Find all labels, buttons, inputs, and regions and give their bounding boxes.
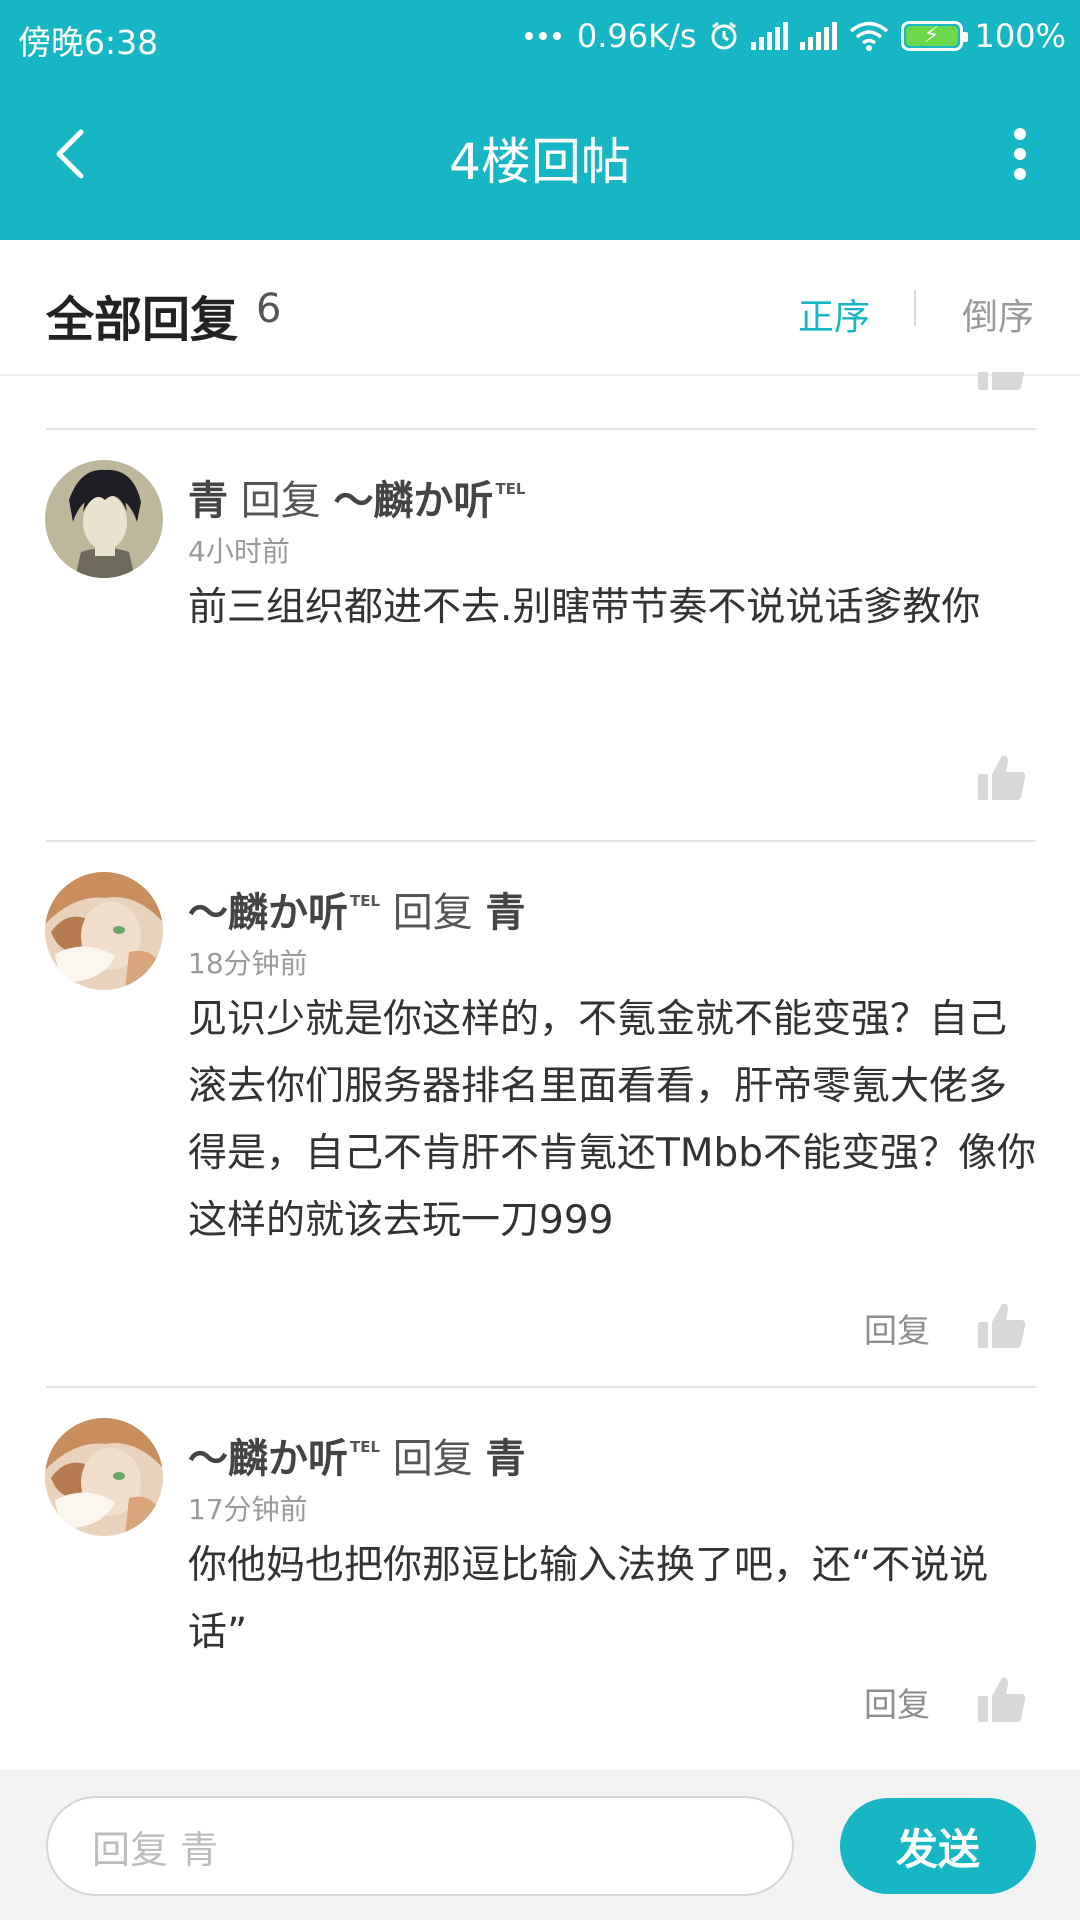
thumbs-up-icon bbox=[978, 755, 1026, 800]
status-time: 傍晚6:38 bbox=[18, 23, 159, 62]
status-indicators: 0.96K/s ⚡ 100% bbox=[524, 14, 1066, 58]
reply-time: 17分钟前 bbox=[188, 1493, 308, 1526]
sort-divider bbox=[914, 290, 916, 326]
reply-button[interactable]: 回复 bbox=[864, 1678, 930, 1726]
avatar[interactable] bbox=[45, 460, 163, 578]
sort-descending-tab[interactable]: 倒序 bbox=[962, 288, 1034, 340]
reply-verb: 回复 bbox=[392, 1436, 473, 1482]
like-button[interactable] bbox=[976, 1300, 1028, 1352]
network-speed: 0.96K/s bbox=[576, 17, 697, 55]
reply-target-name[interactable]: 青 bbox=[485, 890, 525, 936]
more-options-button[interactable] bbox=[998, 124, 1042, 184]
reply-item: 青 回复 ～麟か听 TEL 4小时前 前三组织都进不去.别瞎带节奏不说说话爹教你 bbox=[0, 430, 1080, 840]
reply-input[interactable]: 回复 青 bbox=[46, 1796, 794, 1896]
page-title: 4楼回帖 bbox=[449, 133, 631, 191]
app-bar: 4楼回帖 bbox=[0, 74, 1080, 240]
reply-content: 前三组织都进不去.别瞎带节奏不说说话爹教你 bbox=[188, 585, 981, 630]
send-button[interactable]: 发送 bbox=[840, 1798, 1036, 1894]
reply-header-line: ～麟か听 TEL 回复 青 bbox=[188, 880, 525, 938]
reply-target-name[interactable]: ～麟か听 bbox=[333, 478, 493, 524]
user-badge: TEL bbox=[350, 1438, 381, 1456]
reply-time: 4小时前 bbox=[188, 535, 290, 568]
all-replies-title: 全部回复 bbox=[46, 292, 239, 348]
reply-verb: 回复 bbox=[240, 478, 321, 524]
sort-ascending-tab[interactable]: 正序 bbox=[798, 288, 870, 340]
status-bar: 傍晚6:38 0.96K/s ⚡ 100% bbox=[0, 0, 1080, 74]
author-name[interactable]: ～麟か听 bbox=[188, 890, 348, 936]
reply-composer: 回复 青 发送 bbox=[0, 1770, 1080, 1920]
signal-icon bbox=[750, 22, 788, 50]
reply-item: ～麟か听 TEL 回复 青 17分钟前 你他妈也把你那逗比输入法换了吧，还“不说说… bbox=[0, 1388, 1080, 1770]
thumbs-up-icon bbox=[978, 1303, 1026, 1348]
avatar[interactable] bbox=[45, 1418, 163, 1536]
reply-header-line: 青 回复 ～麟か听 TEL bbox=[188, 468, 525, 526]
user-badge: TEL bbox=[495, 480, 526, 498]
author-name[interactable]: 青 bbox=[188, 478, 228, 524]
reply-count: 6 bbox=[256, 286, 282, 332]
reply-header: 全部回复 6 正序 倒序 bbox=[0, 240, 1080, 376]
thumbs-up-icon bbox=[978, 1677, 1026, 1722]
wifi-icon bbox=[849, 21, 888, 51]
alarm-icon bbox=[711, 21, 737, 50]
thumbs-up-icon bbox=[976, 372, 1028, 392]
battery-charging-icon: ⚡ bbox=[900, 21, 968, 51]
reply-item: ～麟か听 TEL 回复 青 18分钟前 见识少就是你这样的，不氪金就不能变强？自己… bbox=[0, 842, 1080, 1388]
reply-target-name[interactable]: 青 bbox=[485, 1436, 525, 1482]
reply-header-line: ～麟か听 TEL 回复 青 bbox=[188, 1426, 525, 1484]
author-name[interactable]: ～麟か听 bbox=[188, 1436, 348, 1482]
more-dots-icon bbox=[524, 32, 561, 40]
signal-icon bbox=[799, 22, 837, 50]
avatar[interactable] bbox=[45, 872, 163, 990]
reply-content: 见识少就是你这样的，不氪金就不能变强？自己滚去你们服务器排名里面看看，肝帝零氪大… bbox=[188, 997, 1036, 1243]
more-vertical-icon bbox=[1014, 128, 1026, 140]
reply-button[interactable]: 回复 bbox=[864, 1304, 930, 1352]
reply-verb: 回复 bbox=[392, 890, 473, 936]
battery-level: 100% bbox=[974, 17, 1066, 55]
reply-content: 你他妈也把你那逗比输入法换了吧，还“不说说话” bbox=[188, 1543, 989, 1655]
reply-time: 18分钟前 bbox=[188, 947, 308, 980]
user-badge: TEL bbox=[350, 892, 381, 910]
like-button[interactable] bbox=[976, 1674, 1028, 1726]
like-button[interactable] bbox=[976, 752, 1028, 804]
